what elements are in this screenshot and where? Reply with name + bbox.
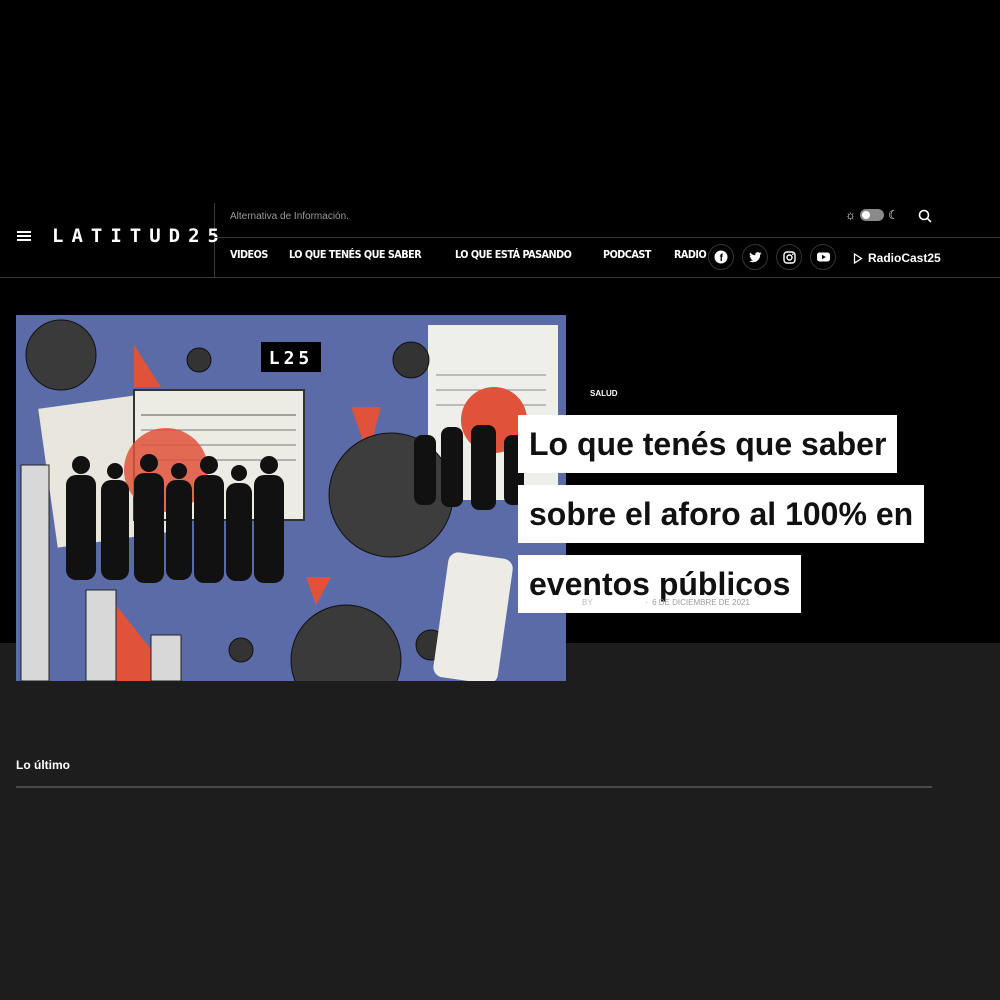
header-divider (215, 237, 1000, 238)
theme-toggle[interactable]: ☼ ☾ (845, 209, 899, 221)
image-badge: L25 (269, 348, 314, 369)
article-meta: BY LATITUD 25 · 6 DE DICIEMBRE DE 2021 (582, 598, 750, 607)
nav-item-podcast[interactable]: PODCAST (603, 248, 651, 261)
twitter-icon[interactable] (742, 244, 768, 270)
article-date: 6 DE DICIEMBRE DE 2021 (652, 598, 750, 607)
article-headline[interactable]: Lo que tenés que saber sobre el aforo al… (518, 415, 938, 613)
nav-item-lo-que-tenes-que-saber[interactable]: LO QUE TENÉS QUE SABER (289, 248, 422, 261)
site-logo[interactable]: LATITUD25 (52, 225, 227, 247)
headline-line-2[interactable]: sobre el aforo al 100% en (518, 485, 925, 543)
instagram-icon[interactable] (776, 244, 802, 270)
article-category[interactable]: SALUD (590, 389, 618, 398)
radiocast-label: RadioCast25 (868, 251, 941, 265)
nav-item-radio[interactable]: RADIO (674, 248, 707, 261)
main-nav: VIDEOS LO QUE TENÉS QUE SABER LO QUE EST… (230, 248, 710, 261)
hero-image[interactable]: L25 (16, 315, 566, 681)
section-title: Lo último (16, 758, 70, 772)
site-header: LATITUD25 Alternativa de Información. VI… (0, 203, 1000, 278)
radiocast-link[interactable]: RadioCast25 (853, 251, 941, 265)
section-divider (16, 786, 932, 788)
facebook-icon[interactable]: f (708, 244, 734, 270)
theme-switch[interactable] (860, 209, 884, 221)
meta-separator: · (645, 598, 649, 607)
social-links: f (708, 244, 836, 270)
nav-item-lo-que-esta-pasando[interactable]: LO QUE ESTÁ PASANDO (455, 248, 572, 261)
youtube-icon[interactable] (810, 244, 836, 270)
moon-icon: ☾ (888, 208, 899, 222)
menu-icon[interactable] (17, 231, 31, 242)
site-tagline: Alternativa de Información. (230, 211, 349, 222)
play-icon (853, 252, 863, 264)
headline-line-1[interactable]: Lo que tenés que saber (518, 415, 898, 473)
nav-item-videos[interactable]: VIDEOS (230, 248, 268, 261)
brand-area: LATITUD25 (0, 203, 219, 277)
search-icon[interactable] (918, 209, 932, 226)
byline-prefix: BY (582, 598, 593, 607)
sun-icon: ☼ (845, 208, 856, 222)
article-author[interactable]: LATITUD 25 (597, 598, 642, 607)
